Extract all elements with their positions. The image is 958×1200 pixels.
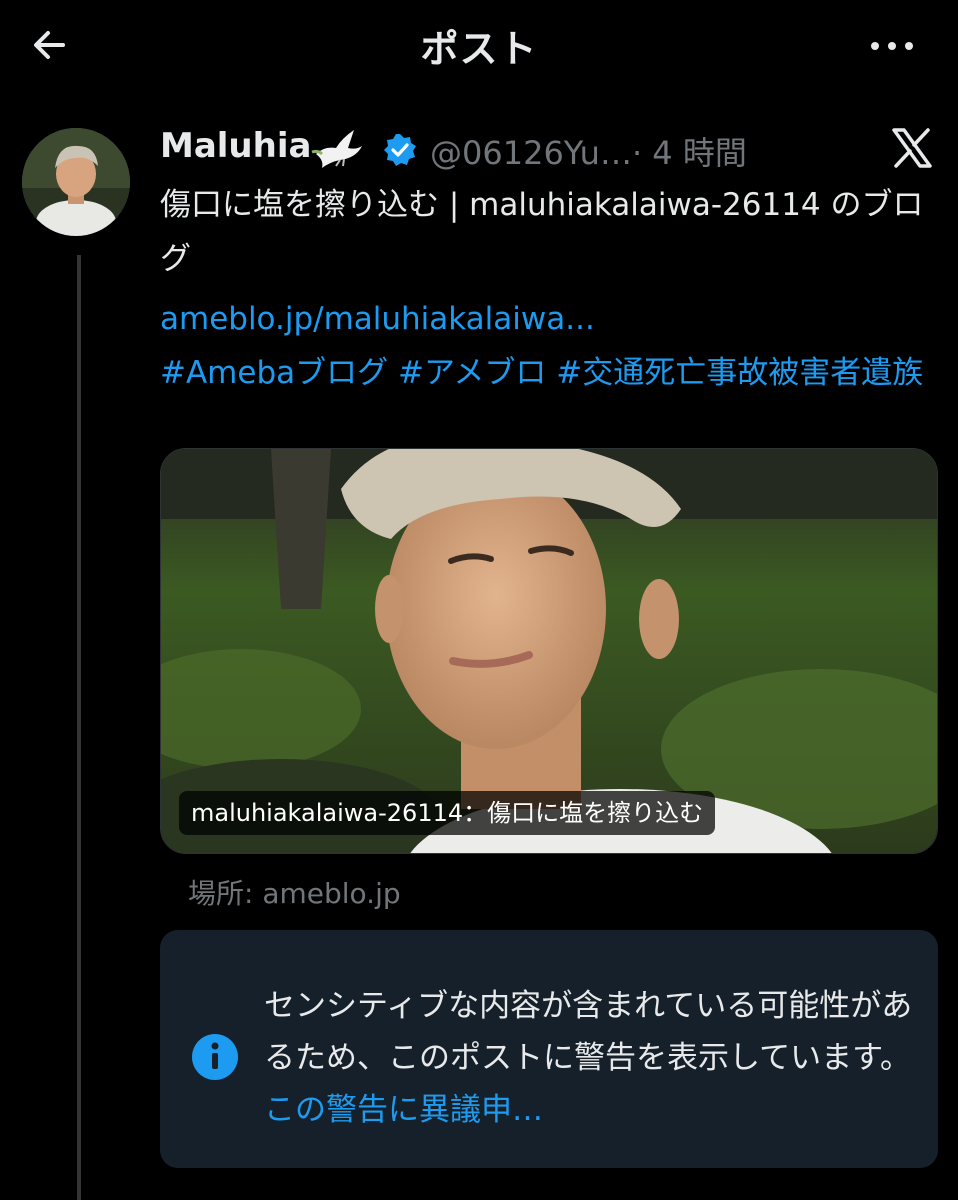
info-icon [192, 1034, 238, 1080]
notice-dispute-link[interactable]: この警告に異議申… [264, 1092, 543, 1128]
sensitive-content-notice: センシティブな内容が含まれている可能性があるため、このポストに警告を表示していま… [160, 930, 938, 1168]
post-text: 傷口に塩を擦り込む | maluhiakalaiwa-26114 のブログ [160, 187, 924, 277]
card-source[interactable]: 場所: ameblo.jp [188, 872, 401, 912]
handle[interactable]: @06126Yu… [430, 134, 632, 172]
notice-message: センシティブな内容が含まれている可能性があるため、このポストに警告を表示していま… [264, 988, 913, 1076]
link-card[interactable]: maluhiakalaiwa-26114：傷口に塩を擦り込む [160, 448, 938, 854]
more-horizontal-icon [871, 42, 879, 50]
top-bar: ポスト [0, 0, 958, 92]
avatar-photo [22, 128, 130, 236]
verified-badge-icon [384, 134, 416, 166]
dove-icon [311, 130, 362, 168]
more-button[interactable] [862, 26, 922, 66]
page-title: ポスト [420, 27, 538, 71]
x-logo-icon[interactable] [890, 126, 934, 170]
avatar[interactable] [22, 128, 130, 236]
post-header: Maluhia @06126Yu…· 4 時間 [160, 124, 940, 172]
card-caption: maluhiakalaiwa-26114：傷口に塩を擦り込む [179, 791, 716, 835]
post: Maluhia @06126Yu…· 4 時間 傷口に塩を擦り込む | malu… [160, 124, 940, 1168]
post-handle-time: @06126Yu…· 4 時間 [430, 128, 747, 174]
display-name[interactable]: Maluhia [160, 126, 311, 166]
thread-line [77, 255, 81, 1200]
timestamp: · 4 時間 [631, 134, 747, 172]
post-link[interactable]: ameblo.jp/maluhiakalaiwa... [160, 301, 595, 337]
hashtags[interactable]: #Amebaブログ #アメブロ #交通死亡事故被害者遺族 [160, 346, 940, 400]
notice-text: センシティブな内容が含まれている可能性があるため、このポストに警告を表示していま… [264, 980, 924, 1136]
